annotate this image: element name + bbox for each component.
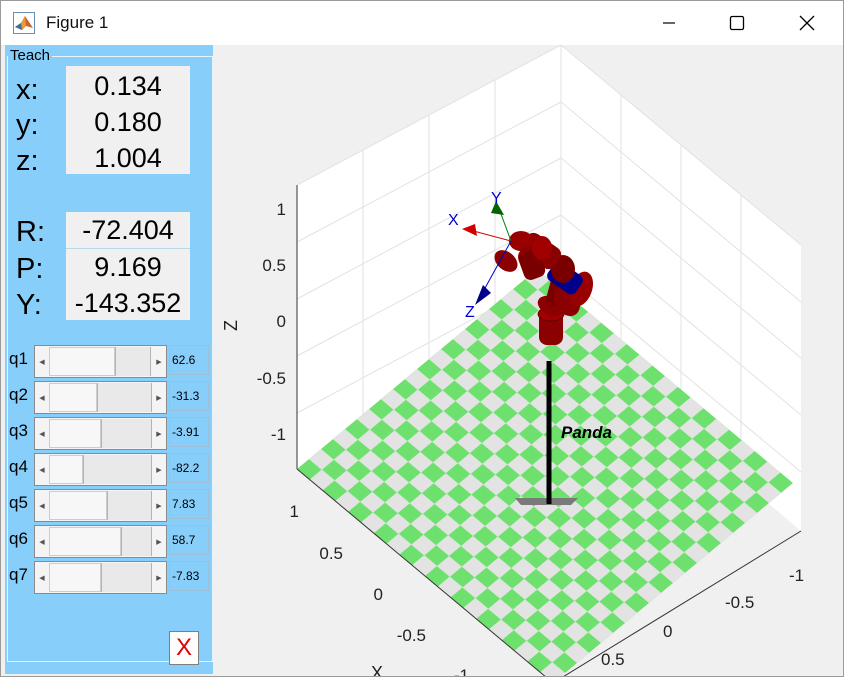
- slider-track: [49, 491, 107, 520]
- teach-panel: Teach x: y: z: 0.134 0.180 1.004 R: P: Y…: [5, 45, 213, 674]
- slider-track: [49, 419, 101, 448]
- z-value: 1.004: [94, 143, 162, 173]
- z-tick: 0.5: [262, 256, 286, 275]
- y-label: y:: [16, 109, 39, 141]
- q5-label: q5: [9, 493, 28, 512]
- slider-left-arrow-icon[interactable]: ◀: [35, 526, 49, 557]
- roll-label: R:: [16, 216, 45, 248]
- robot-name-label: Panda: [561, 423, 612, 442]
- quit-teach-button[interactable]: X: [169, 631, 199, 665]
- x-axis-label: X: [371, 663, 383, 676]
- z-tick: 1: [277, 200, 286, 219]
- maximize-icon: [729, 15, 745, 31]
- title-bar: Figure 1: [1, 1, 843, 45]
- close-window-button[interactable]: [777, 1, 837, 45]
- z-tick: -1: [271, 425, 286, 444]
- x-tick: 0: [374, 585, 383, 604]
- q7-slider[interactable]: ◀ ▶: [34, 561, 167, 594]
- y-tick: 0: [663, 622, 672, 641]
- slider-left-arrow-icon[interactable]: ◀: [35, 418, 49, 449]
- slider-track: [49, 383, 97, 412]
- q3-label: q3: [9, 421, 28, 440]
- x-tick: 1: [290, 502, 299, 521]
- slider-track: [49, 347, 115, 376]
- slider-thumb[interactable]: [107, 491, 152, 520]
- yaw-label: Y:: [16, 289, 42, 321]
- q6-label: q6: [9, 529, 28, 548]
- q3-value[interactable]: -3.91: [169, 417, 209, 447]
- slider-thumb[interactable]: [121, 527, 152, 556]
- x-label: x:: [16, 74, 39, 106]
- pitch-label: P:: [16, 253, 44, 285]
- q7-label: q7: [9, 565, 28, 584]
- pitch-value: 9.169: [94, 252, 162, 282]
- slider-right-arrow-icon[interactable]: ▶: [152, 562, 166, 593]
- slider-right-arrow-icon[interactable]: ▶: [152, 382, 166, 413]
- q5-slider[interactable]: ◀ ▶: [34, 489, 167, 522]
- maximize-button[interactable]: [707, 1, 767, 45]
- q1-slider[interactable]: ◀ ▶: [34, 345, 167, 378]
- slider-left-arrow-icon[interactable]: ◀: [35, 346, 49, 377]
- z-label: z:: [16, 145, 39, 177]
- minimize-icon: [663, 22, 675, 24]
- q6-slider[interactable]: ◀ ▶: [34, 525, 167, 558]
- z-tick: 0: [277, 312, 286, 331]
- slider-right-arrow-icon[interactable]: ▶: [152, 454, 166, 485]
- frame-x-label: X: [448, 212, 459, 229]
- q4-value[interactable]: -82.2: [169, 453, 209, 483]
- slider-thumb[interactable]: [83, 455, 152, 484]
- slider-left-arrow-icon[interactable]: ◀: [35, 562, 49, 593]
- x-tick: -0.5: [397, 626, 426, 645]
- teach-group-title: Teach: [8, 47, 53, 64]
- minimize-button[interactable]: [639, 1, 699, 45]
- x-tick: -1: [454, 666, 469, 676]
- slider-track: [49, 527, 121, 556]
- slider-left-arrow-icon[interactable]: ◀: [35, 454, 49, 485]
- yaw-value: -143.352: [74, 288, 182, 318]
- slider-track: [49, 455, 83, 484]
- close-icon: [799, 15, 815, 31]
- q4-label: q4: [9, 457, 28, 476]
- x-value: 0.134: [94, 71, 162, 101]
- slider-thumb[interactable]: [97, 383, 152, 412]
- y-tick: -0.5: [725, 593, 754, 612]
- orientation-divider: [66, 248, 190, 249]
- q1-label: q1: [9, 349, 28, 368]
- robot-3d-plot[interactable]: 1 0.5 0 -0.5 -1 Z 1 0.5 0 -0.5 -1 X -1 -…: [213, 45, 843, 676]
- frame-z-label: Z: [465, 304, 475, 321]
- slider-right-arrow-icon[interactable]: ▶: [152, 418, 166, 449]
- y-tick: -1: [789, 566, 804, 585]
- x-tick: 0.5: [319, 544, 343, 563]
- slider-right-arrow-icon[interactable]: ▶: [152, 346, 166, 377]
- frame-y-label: Y: [491, 190, 502, 207]
- slider-thumb[interactable]: [115, 347, 151, 376]
- slider-right-arrow-icon[interactable]: ▶: [152, 490, 166, 521]
- z-axis-label: Z: [221, 320, 241, 331]
- slider-track: [49, 563, 101, 592]
- slider-thumb[interactable]: [101, 419, 152, 448]
- slider-thumb[interactable]: [101, 563, 152, 592]
- slider-right-arrow-icon[interactable]: ▶: [152, 526, 166, 557]
- q1-value[interactable]: 62.6: [169, 345, 209, 375]
- slider-left-arrow-icon[interactable]: ◀: [35, 490, 49, 521]
- q2-value[interactable]: -31.3: [169, 381, 209, 411]
- z-tick: -0.5: [257, 369, 286, 388]
- q7-value[interactable]: -7.83: [169, 561, 209, 591]
- q6-value[interactable]: 58.7: [169, 525, 209, 555]
- matlab-logo-icon: [13, 12, 35, 34]
- q2-slider[interactable]: ◀ ▶: [34, 381, 167, 414]
- roll-value: -72.404: [82, 215, 174, 245]
- q3-slider[interactable]: ◀ ▶: [34, 417, 167, 450]
- slider-left-arrow-icon[interactable]: ◀: [35, 382, 49, 413]
- q5-value[interactable]: 7.83: [169, 489, 209, 519]
- y-value: 0.180: [94, 107, 162, 137]
- q4-slider[interactable]: ◀ ▶: [34, 453, 167, 486]
- window-title: Figure 1: [46, 13, 109, 32]
- figure-window: Figure 1 Teach x: y: z: 0.134 0.180 1.00…: [0, 0, 844, 677]
- q2-label: q2: [9, 385, 28, 404]
- y-tick: 0.5: [601, 650, 625, 669]
